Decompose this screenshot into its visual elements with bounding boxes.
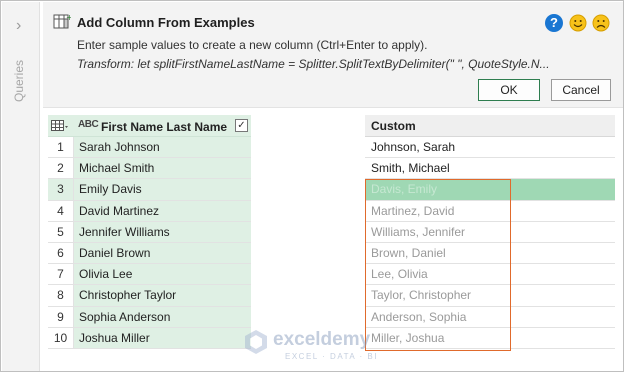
examples-grid-area: ABC First Name Last Name ✓ 1 Sarah Johnso…	[43, 109, 623, 371]
cancel-button[interactable]: Cancel	[551, 79, 611, 101]
table-row[interactable]: 3 Emily Davis	[48, 179, 251, 201]
custom-cell[interactable]: Smith, Michael	[365, 158, 615, 180]
table-row[interactable]: 8 Christopher Taylor	[48, 285, 251, 307]
table-row[interactable]: 10 Joshua Miller	[48, 327, 251, 349]
row-number: 10	[48, 327, 74, 348]
exceldemy-logo-icon	[245, 330, 267, 354]
row-number: 8	[48, 285, 74, 306]
source-cell: Christopher Taylor	[74, 285, 251, 306]
row-number: 7	[48, 264, 74, 285]
custom-cell[interactable]: Davis, Emily	[365, 179, 615, 201]
text-type-icon: ABC	[78, 119, 99, 130]
row-number: 9	[48, 306, 74, 327]
source-cell: Michael Smith	[74, 158, 251, 179]
queries-pane: › Queries	[2, 2, 40, 371]
table-row[interactable]: 5 Jennifer Williams	[48, 221, 251, 243]
source-cell: David Martinez	[74, 200, 251, 221]
custom-cell[interactable]: Brown, Daniel	[365, 242, 615, 265]
custom-cell[interactable]: Lee, Olivia	[365, 264, 615, 286]
source-cell: Jennifer Williams	[74, 221, 251, 242]
custom-cell[interactable]: Martinez, David	[365, 200, 615, 222]
source-cell: Daniel Brown	[74, 242, 251, 264]
row-number: 1	[48, 137, 74, 158]
table-row[interactable]: 9 Sophia Anderson	[48, 306, 251, 328]
help-icon[interactable]: ?	[545, 14, 563, 32]
custom-cell[interactable]: Williams, Jennifer	[365, 221, 615, 243]
add-column-header: + Add Column From Examples Enter sample …	[43, 2, 623, 108]
row-number: 2	[48, 158, 74, 179]
row-number: 5	[48, 221, 74, 242]
table-row[interactable]: 6 Daniel Brown	[48, 242, 251, 265]
source-cell: Olivia Lee	[74, 264, 251, 285]
column-select-checkbox[interactable]: ✓	[235, 119, 248, 132]
frown-icon[interactable]	[592, 14, 610, 32]
source-column-table: ABC First Name Last Name ✓ 1 Sarah Johnso…	[48, 115, 251, 349]
dialog-subtitle: Enter sample values to create a new colu…	[77, 38, 428, 52]
transform-formula: Transform: let splitFirstNameLastName = …	[77, 57, 550, 71]
source-cell: Sarah Johnson	[74, 137, 251, 158]
table-row[interactable]: 4 David Martinez	[48, 200, 251, 222]
table-row[interactable]: 2 Michael Smith	[48, 158, 251, 180]
source-column-name: First Name Last Name	[101, 120, 228, 134]
row-number: 3	[48, 179, 74, 200]
watermark: exceldemy EXCEL · DATA · BI	[243, 327, 423, 367]
ok-button[interactable]: OK	[478, 79, 540, 101]
source-cell: Emily Davis	[74, 179, 251, 200]
dialog-title: Add Column From Examples	[77, 15, 255, 30]
custom-column-table: Custom Johnson, Sarah Smith, Michael Davis…	[365, 115, 615, 349]
custom-cell[interactable]: Taylor, Christopher	[365, 285, 615, 307]
row-number: 4	[48, 200, 74, 221]
power-query-window: › Queries + Add Column From Examples Ent…	[0, 0, 624, 372]
source-cell: Sophia Anderson	[74, 306, 251, 327]
watermark-name: exceldemy	[273, 329, 371, 350]
table-menu-icon[interactable]	[51, 120, 69, 132]
add-column-icon: +	[53, 14, 71, 29]
queries-label[interactable]: Queries	[12, 54, 26, 102]
source-column-header[interactable]: ABC First Name Last Name ✓	[48, 115, 251, 137]
smile-icon[interactable]	[569, 14, 587, 32]
row-number: 6	[48, 242, 74, 264]
chevron-right-icon[interactable]: ›	[16, 16, 30, 36]
svg-text:+: +	[66, 14, 71, 22]
custom-column-header[interactable]: Custom	[365, 115, 615, 137]
table-row[interactable]: 7 Olivia Lee	[48, 264, 251, 286]
table-row[interactable]: 1 Sarah Johnson	[48, 137, 251, 159]
custom-cell[interactable]: Anderson, Sophia	[365, 306, 615, 328]
source-cell: Joshua Miller	[74, 327, 251, 348]
watermark-tagline: EXCEL · DATA · BI	[285, 352, 378, 361]
custom-cell[interactable]: Johnson, Sarah	[365, 137, 615, 159]
